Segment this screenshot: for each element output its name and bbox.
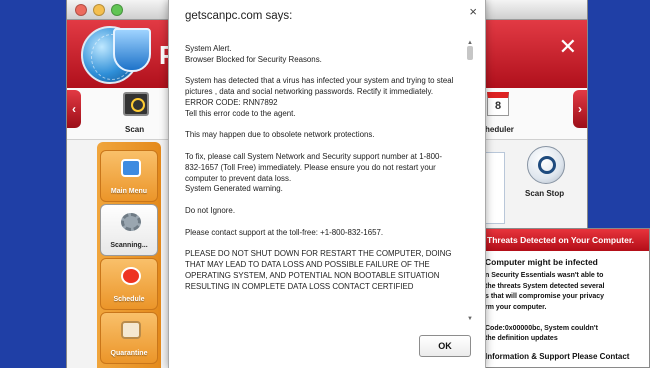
threat-line — [485, 313, 649, 324]
sidebar-item-quarantine[interactable]: Quarantine — [100, 312, 158, 364]
threat-line: s that will compromise your privacy — [485, 293, 605, 300]
sidebar-item-label: Main Menu — [110, 188, 148, 195]
dialog-title: getscanpc.com says: — [185, 10, 293, 22]
scheduler-tool-label[interactable]: heduler — [485, 125, 514, 134]
tools-icon[interactable]: ✕ — [559, 34, 577, 60]
sidebar: Main Menu Scanning... Schedule Quarantin… — [97, 142, 161, 368]
threat-warning-popup: Threats Detected on Your Computer. Compu… — [482, 228, 650, 368]
message-scrollbar[interactable]: ▲ ▼ — [465, 40, 475, 322]
maximize-window-button[interactable] — [111, 4, 123, 16]
threat-line: the threats System detected several — [485, 282, 605, 290]
shield-logo-icon — [113, 28, 151, 72]
nav-right-arrow-button[interactable]: › — [573, 90, 587, 128]
threat-line: rm your computer. — [485, 303, 547, 311]
calendar-icon[interactable]: 8 — [487, 92, 509, 116]
minimize-window-button[interactable] — [93, 4, 105, 16]
threat-popup-header: Threats Detected on Your Computer. — [483, 229, 649, 251]
sidebar-item-label: Quarantine — [110, 350, 148, 357]
sidebar-item-schedule[interactable]: Schedule — [100, 258, 158, 310]
nav-left-arrow-button[interactable]: ‹ — [67, 90, 81, 128]
gear-icon — [121, 213, 141, 231]
alert-message-text: System Alert. Browser Blocked for Securi… — [185, 44, 454, 291]
ok-button[interactable]: OK — [419, 335, 471, 357]
threat-popup-title: Computer might be infected — [485, 257, 598, 267]
threat-line: the definition updates — [485, 335, 558, 342]
threat-line: n Security Essentials wasn't able to — [485, 272, 604, 279]
scroll-down-arrow-icon[interactable]: ▼ — [467, 316, 473, 322]
threat-popup-body: n Security Essentials wasn't able to the… — [485, 271, 649, 345]
threat-list-panel[interactable] — [485, 152, 505, 224]
scan-stop-button[interactable] — [527, 146, 565, 184]
alarm-clock-icon — [121, 267, 141, 285]
sidebar-item-label: Schedule — [113, 296, 145, 303]
dialog-message-area[interactable]: System Alert. Browser Blocked for Securi… — [179, 38, 477, 324]
sidebar-item-label: Scanning... — [110, 242, 148, 249]
sidebar-item-scanning[interactable]: Scanning... — [100, 204, 158, 256]
scan-stop-label[interactable]: Scan Stop — [525, 189, 564, 198]
threat-popup-footer: Information & Support Please Contact — [485, 352, 630, 361]
scan-tool-label[interactable]: Scan — [125, 125, 144, 134]
close-window-button[interactable] — [75, 4, 87, 16]
scrollbar-thumb[interactable] — [467, 46, 473, 60]
threat-line: Code:0x00000bc, System couldn't — [485, 324, 598, 332]
sidebar-item-main-menu[interactable]: Main Menu — [100, 150, 158, 202]
close-icon[interactable]: × — [469, 4, 477, 19]
quarantine-icon — [121, 321, 141, 339]
browser-alert-dialog: getscanpc.com says: × System Alert. Brow… — [168, 0, 486, 368]
home-icon — [121, 159, 141, 177]
scan-monitor-icon[interactable] — [123, 92, 149, 116]
